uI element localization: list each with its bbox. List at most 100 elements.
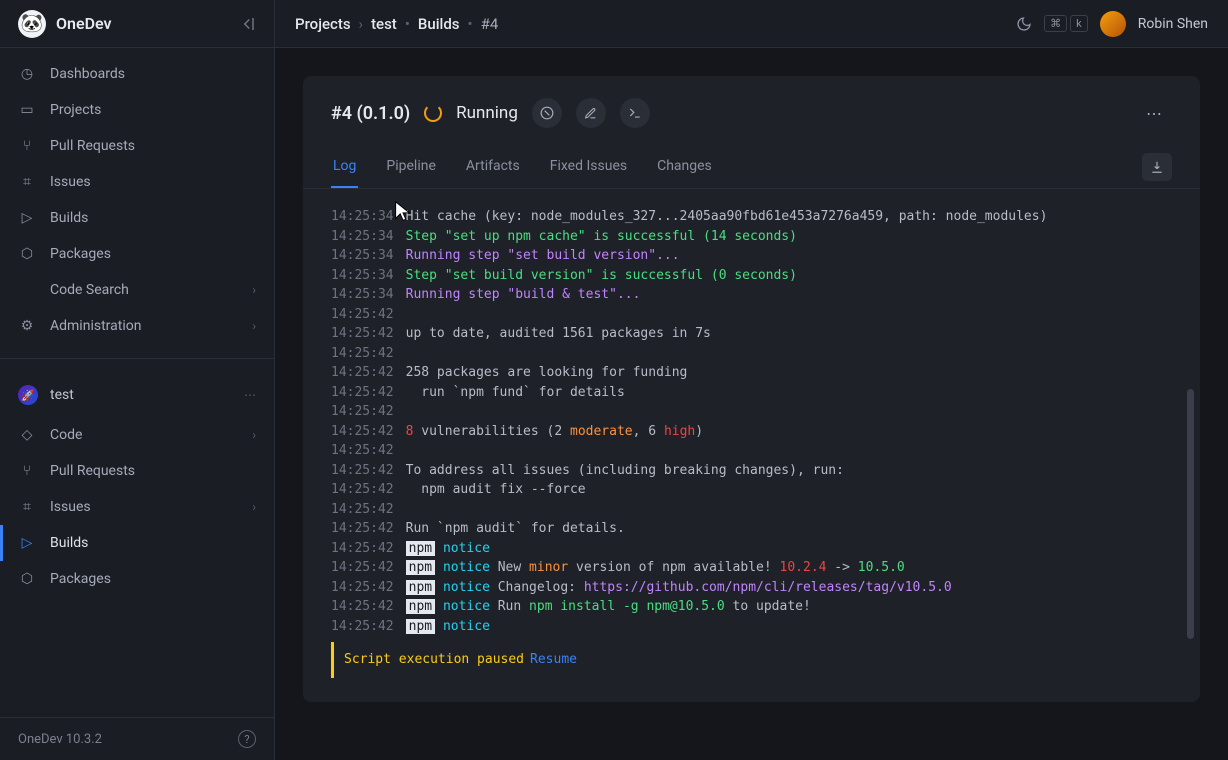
log-timestamp: 14:25:34	[331, 246, 394, 266]
sidebar-item-projects[interactable]: ▭ Projects	[0, 92, 274, 128]
log-text: 8 vulnerabilities (2 moderate, 6 high)	[406, 422, 703, 442]
spinner-icon	[424, 104, 442, 122]
crumb-sep: •	[405, 15, 410, 33]
sidebar-item-issues[interactable]: ⌗Issues	[0, 164, 274, 200]
content: #4 (0.1.0) Running ⋯ LogPipelineArtifact…	[275, 48, 1228, 760]
log-line: 14:25:42To address all issues (including…	[331, 461, 1172, 481]
nav-icon: ⌗	[18, 499, 36, 515]
nav-label: Pull Requests	[50, 138, 135, 154]
scrollbar[interactable]	[1187, 389, 1194, 639]
sidebar-item-packages[interactable]: ⬡ Packages	[0, 236, 274, 272]
download-log-button[interactable]	[1142, 153, 1172, 181]
log-text: npm notice	[406, 539, 490, 559]
terminal-button[interactable]	[620, 98, 650, 128]
project-name: test	[50, 387, 74, 403]
sidebar-item-dashboards[interactable]: ◷Dashboards	[0, 56, 274, 92]
nav-label: Projects	[50, 102, 101, 118]
key-cmd: ⌘	[1044, 15, 1067, 32]
crumb-project[interactable]: test	[371, 15, 397, 33]
build-card: #4 (0.1.0) Running ⋯ LogPipelineArtifact…	[303, 76, 1200, 702]
user-name[interactable]: Robin Shen	[1138, 16, 1208, 32]
log-text: npm notice	[406, 617, 490, 637]
paused-text: Script execution paused	[344, 652, 524, 667]
log-line: 14:25:42258 packages are looking for fun…	[331, 363, 1172, 383]
topbar: Projects › test • Builds • #4 ⌘ k Robin …	[275, 0, 1228, 48]
log-text: run `npm fund` for details	[406, 383, 625, 403]
main: Projects › test • Builds • #4 ⌘ k Robin …	[275, 0, 1228, 760]
tab-pipeline[interactable]: Pipeline	[384, 146, 438, 188]
build-tabs: Log Pipeline Artifacts Fixed Issues Changes	[303, 146, 1200, 189]
nav-label: Builds	[50, 210, 88, 226]
crumb-sep: •	[468, 15, 473, 33]
nav-icon: ▭	[18, 102, 36, 118]
user-avatar[interactable]	[1100, 11, 1126, 37]
log-timestamp: 14:25:42	[331, 539, 394, 559]
log-timestamp: 14:25:42	[331, 558, 394, 578]
nav-divider	[0, 358, 274, 359]
log-text: npm audit fix --force	[406, 480, 586, 500]
chevron-right-icon: ›	[252, 319, 256, 333]
log-timestamp: 14:25:34	[331, 285, 394, 305]
log-text: To address all issues (including breakin…	[406, 461, 844, 481]
log-timestamp: 14:25:42	[331, 422, 394, 442]
keyboard-shortcut-hint[interactable]: ⌘ k	[1044, 15, 1088, 32]
log-timestamp: 14:25:34	[331, 266, 394, 286]
crumb-projects[interactable]: Projects	[295, 15, 351, 33]
sidebar-footer: OneDev 10.3.2 ?	[0, 717, 274, 760]
help-icon[interactable]: ?	[238, 730, 256, 748]
tab-fixed-issues[interactable]: Fixed Issues	[548, 146, 629, 188]
tab-changes[interactable]: Changes	[655, 146, 714, 188]
edit-button[interactable]	[576, 98, 606, 128]
sidebar-item-pull-requests[interactable]: ⑂ Pull Requests	[0, 128, 274, 164]
collapse-sidebar-icon[interactable]	[238, 15, 256, 33]
log-line: 14:25:42	[331, 500, 1172, 520]
log-timestamp: 14:25:42	[331, 441, 394, 461]
project-nav-builds[interactable]: ▷Builds	[0, 525, 274, 561]
log-line: 14:25:42npm notice Run npm install -g np…	[331, 597, 1172, 617]
version-label: OneDev 10.3.2	[18, 732, 102, 747]
project-nav-packages[interactable]: ⬡Packages	[0, 561, 274, 597]
sidebar-item-code-search[interactable]: Code Search›	[0, 272, 274, 308]
log-line: 14:25:42	[331, 305, 1172, 325]
nav-icon: ⑂	[18, 138, 36, 154]
log-line: 14:25:34Step "set up npm cache" is succe…	[331, 227, 1172, 247]
nav-label: Pull Requests	[50, 463, 135, 479]
sidebar-item-builds[interactable]: ▷Builds	[0, 200, 274, 236]
nav-label: Packages	[50, 246, 111, 262]
crumb-build-id: #4	[481, 15, 499, 33]
log-line: 14:25:42up to date, audited 1561 package…	[331, 324, 1172, 344]
log-line: 14:25:34Running step "build & test"...	[331, 285, 1172, 305]
log-text: Step "set build version" is successful (…	[406, 266, 797, 286]
nav-label: Dashboards	[50, 66, 125, 82]
brand-name: OneDev	[56, 14, 228, 33]
project-header[interactable]: 🚀 test ⋯	[0, 373, 274, 417]
theme-toggle-icon[interactable]	[1016, 16, 1032, 32]
build-status: Running	[456, 103, 518, 123]
project-icon: 🚀	[18, 385, 38, 405]
log-timestamp: 14:25:42	[331, 617, 394, 637]
nav-icon: ⑂	[18, 463, 36, 479]
log-timestamp: 14:25:42	[331, 305, 394, 325]
crumb-section[interactable]: Builds	[418, 15, 460, 33]
log-output[interactable]: 14:25:34Hit cache (key: node_modules_327…	[303, 189, 1200, 702]
log-text: 258 packages are looking for funding	[406, 363, 688, 383]
tab-log[interactable]: Log	[331, 146, 358, 188]
chevron-right-icon: ›	[252, 283, 256, 297]
log-timestamp: 14:25:42	[331, 402, 394, 422]
nav-icon: ⬡	[18, 246, 36, 262]
global-nav: ◷Dashboards ▭ Projects ⑂ Pull Requests ⌗Issue…	[0, 48, 274, 352]
resume-link[interactable]: Resume	[530, 652, 577, 667]
sidebar: 🐼 OneDev ◷Dashboards▭Projects⑂Pull Reque…	[0, 0, 275, 760]
log-timestamp: 14:25:42	[331, 480, 394, 500]
nav-icon: ◇	[18, 427, 36, 443]
tab-artifacts[interactable]: Artifacts	[464, 146, 522, 188]
log-timestamp: 14:25:42	[331, 500, 394, 520]
project-more-icon[interactable]: ⋯	[244, 388, 256, 402]
project-nav-code[interactable]: ◇Code›	[0, 417, 274, 453]
project-nav-issues[interactable]: ⌗Issues›	[0, 489, 274, 525]
nav-label: Code	[50, 427, 82, 443]
more-actions-button[interactable]: ⋯	[1136, 98, 1172, 128]
sidebar-item-administration[interactable]: ⚙Administration›	[0, 308, 274, 344]
project-nav-pull-requests[interactable]: ⑂ Pull Requests	[0, 453, 274, 489]
cancel-button[interactable]	[532, 98, 562, 128]
